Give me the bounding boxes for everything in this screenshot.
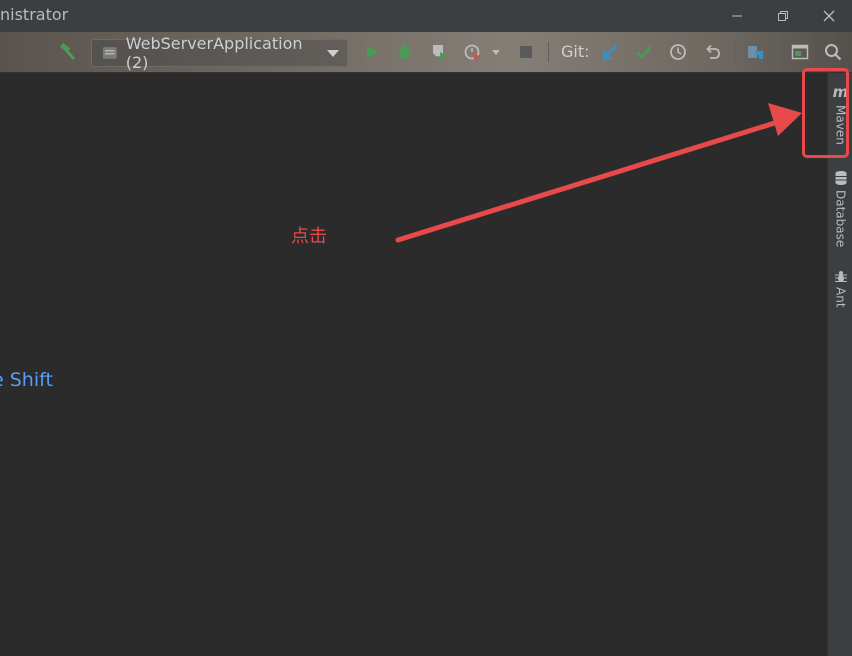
tab-database-label: Database: [833, 190, 848, 248]
search-everywhere-button[interactable]: [822, 32, 844, 72]
profiler-button[interactable]: [461, 32, 501, 72]
restore-icon: [778, 11, 788, 21]
window-title: nistrator: [0, 5, 69, 24]
restore-button[interactable]: [760, 0, 806, 32]
minimize-icon: [732, 15, 742, 17]
project-structure-button[interactable]: [745, 32, 767, 72]
bug-icon: [398, 44, 412, 59]
tab-database[interactable]: Database: [828, 170, 852, 247]
debug-button[interactable]: [393, 32, 417, 72]
coverage-icon: [433, 45, 447, 60]
database-icon: [835, 171, 846, 185]
git-rollback-button[interactable]: [701, 32, 723, 72]
editor-area[interactable]: e Shift: [0, 73, 827, 656]
run-configuration-dropdown[interactable]: WebServerApplication (2): [91, 34, 348, 72]
git-update-button[interactable]: [599, 32, 621, 72]
toolbar-separator: [548, 42, 549, 62]
run-icon: [367, 46, 378, 58]
annotation-click-text: 点击: [291, 226, 327, 247]
search-everywhere-hint: e Shift: [0, 369, 53, 391]
run-button[interactable]: [361, 32, 383, 72]
profiler-icon: [464, 44, 499, 60]
stop-button[interactable]: [515, 32, 537, 72]
chevron-down-icon: [327, 49, 339, 57]
clock-icon: [670, 44, 686, 60]
ant-icon: [834, 271, 847, 282]
run-config-label: WebServerApplication (2): [125, 34, 303, 72]
tab-ant[interactable]: Ant: [828, 269, 852, 308]
build-button[interactable]: [55, 32, 79, 72]
coverage-button[interactable]: [427, 32, 451, 72]
hammer-icon: [60, 42, 76, 60]
right-tool-strip: m Maven Database Ant: [827, 73, 852, 656]
git-label: Git:: [561, 42, 590, 61]
minimize-button[interactable]: [714, 0, 760, 32]
project-structure-icon: [748, 46, 763, 59]
git-commit-button[interactable]: [633, 32, 655, 72]
main-toolbar: WebServerApplication (2) Git:: [0, 32, 852, 73]
update-arrow-icon: [602, 45, 617, 60]
close-icon: [823, 10, 835, 22]
undo-icon: [706, 44, 720, 59]
tab-ant-label: Ant: [833, 287, 848, 308]
toolbar-separator: [778, 42, 779, 62]
window-icon: [791, 44, 809, 60]
presentation-button[interactable]: [789, 32, 811, 72]
ide-window: nistrator WebServerApplication (2) Git: …: [0, 0, 852, 656]
application-icon: [102, 47, 117, 59]
close-window-button[interactable]: [806, 0, 852, 32]
checkmark-icon: [636, 46, 652, 59]
stop-icon: [520, 46, 532, 58]
git-history-button[interactable]: [667, 32, 689, 72]
title-bar: nistrator: [0, 0, 852, 32]
toolbar-separator: [734, 42, 735, 62]
maven-highlight-box: [802, 68, 849, 158]
search-icon: [825, 44, 842, 61]
